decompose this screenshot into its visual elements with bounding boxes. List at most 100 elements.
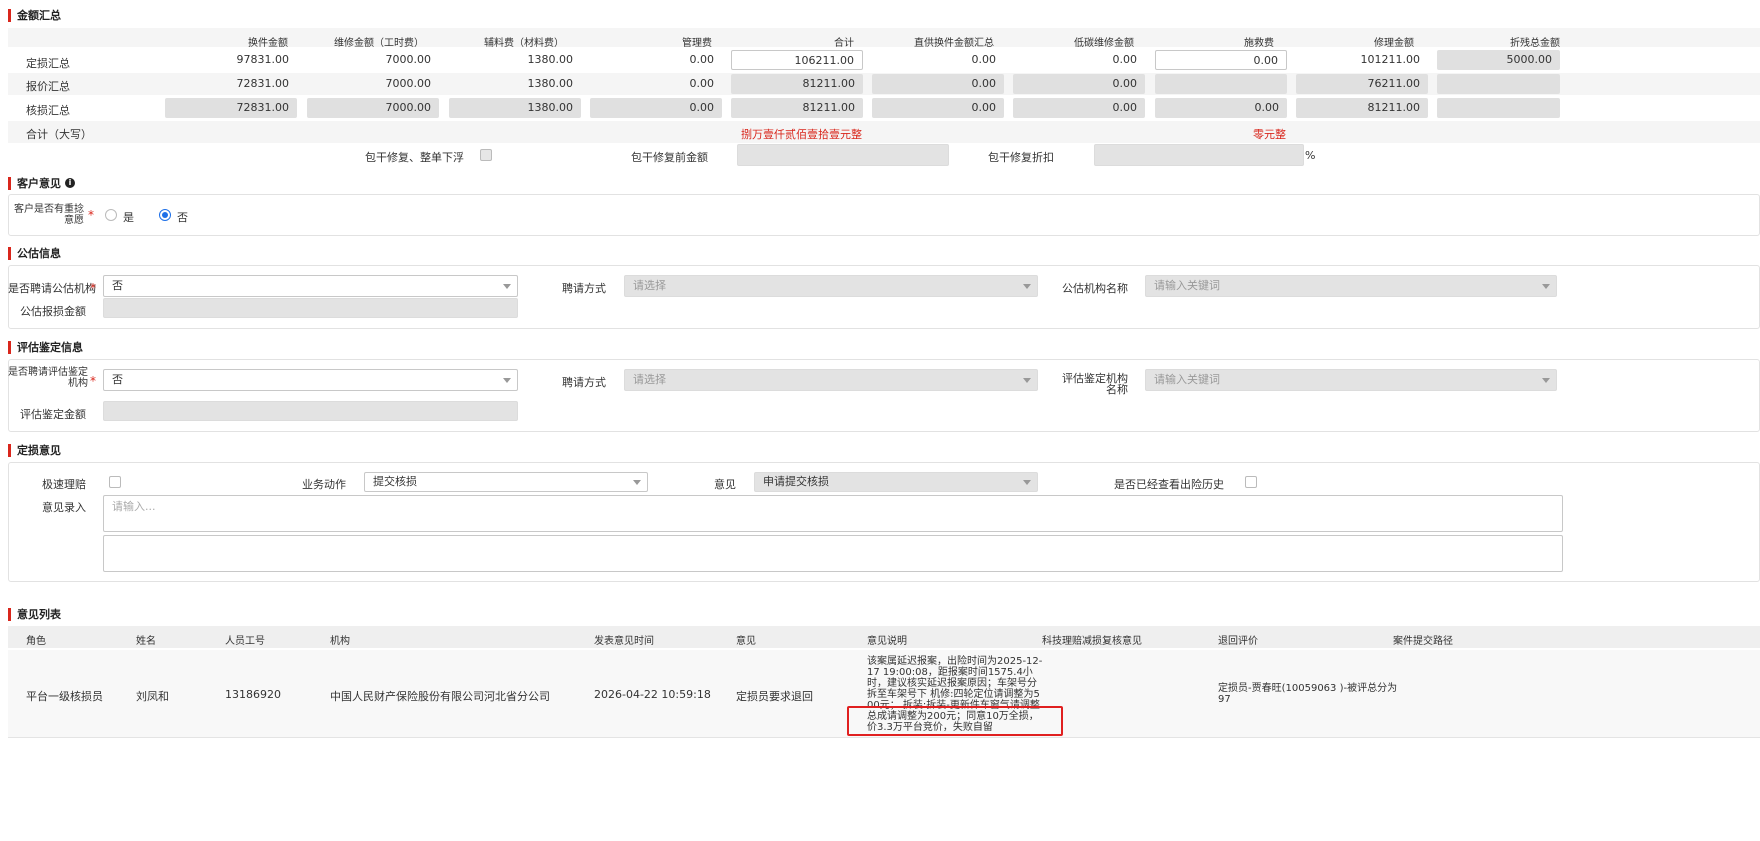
notary-method-label: 聘请方式 — [562, 282, 606, 295]
chevron-down-icon — [633, 480, 641, 485]
notary-hire-select[interactable]: 否 — [103, 275, 518, 297]
history-viewed-checkbox[interactable] — [1245, 476, 1257, 488]
cell: 0.00 — [689, 53, 715, 66]
required-mark: * — [88, 208, 94, 222]
notary-hire-label: 是否聘请公估机构 — [8, 282, 96, 295]
header-rescue-fee: 施救费 — [1244, 38, 1274, 49]
loss-opinion-title: 定损意见 — [8, 444, 61, 457]
opinion-entry-label: 意见录入 — [42, 501, 86, 514]
cell: 1380.00 — [449, 98, 581, 118]
appraisal-method-label: 聘请方式 — [562, 376, 606, 389]
cell: 0.00 — [689, 77, 715, 90]
percent-sign: % — [1305, 149, 1316, 162]
row-role: 平台一级核损员 — [26, 690, 103, 703]
appraisal-amount-label: 评估鉴定金额 — [20, 408, 86, 421]
appraisal-hire-select[interactable]: 否 — [103, 369, 518, 391]
fast-claim-label: 极速理赔 — [42, 478, 86, 491]
loss-total-input[interactable]: 106211.00 — [731, 50, 863, 70]
appraisal-title: 评估鉴定信息 — [8, 341, 83, 354]
radio-no[interactable] — [159, 209, 171, 221]
highlight-box — [847, 706, 1063, 736]
appraisal-org-label: 评估鉴定机构名称 — [1062, 372, 1128, 396]
customer-opinion-panel — [8, 194, 1760, 236]
header-total: 合计 — [834, 38, 854, 49]
notary-amount-label: 公估报损金额 — [20, 305, 86, 318]
chevron-down-icon — [1542, 284, 1550, 289]
radio-yes-label: 是 — [123, 211, 134, 224]
info-icon[interactable]: i — [65, 178, 75, 188]
history-viewed-label: 是否已经查看出险历史 — [1114, 478, 1224, 491]
row-opinion: 定损员要求退回 — [736, 690, 813, 703]
opinion-extra-textarea[interactable] — [103, 535, 1563, 572]
business-action-label: 业务动作 — [302, 478, 346, 491]
lump-discount-input[interactable] — [1094, 144, 1304, 166]
col-org: 机构 — [330, 636, 350, 647]
cell: 72831.00 — [236, 77, 290, 90]
cell: 1380.00 — [527, 77, 574, 90]
row-time: 2026-04-22 10:59:18 — [594, 688, 711, 701]
chevron-down-icon — [1023, 480, 1031, 485]
col-submit-path: 案件提交路径 — [1393, 636, 1453, 647]
notary-method-select[interactable]: 请选择 — [624, 275, 1038, 297]
cell: 7000.00 — [307, 98, 439, 118]
col-desc: 意见说明 — [867, 636, 907, 647]
col-staff-id: 人员工号 — [225, 636, 265, 647]
cell: 7000.00 — [385, 77, 432, 90]
appraisal-hire-label: 是否聘请评估鉴定机构 — [8, 367, 88, 389]
cell: 72831.00 — [165, 98, 297, 118]
col-return-eval: 退回评价 — [1218, 636, 1258, 647]
opinion-entry-textarea[interactable]: 请输入... — [103, 495, 1563, 532]
chevron-down-icon — [503, 378, 511, 383]
row-label-loss-summary: 定损汇总 — [26, 57, 70, 70]
row-name: 刘凤和 — [136, 690, 169, 703]
row-label-verify-summary: 核损汇总 — [26, 104, 70, 117]
cell: 0.00 — [1013, 74, 1145, 94]
cell: 0.00 — [590, 98, 722, 118]
cell: 101211.00 — [1360, 53, 1421, 66]
lump-before-input[interactable] — [737, 144, 949, 166]
cell — [1155, 74, 1287, 94]
cell: 0.00 — [872, 98, 1004, 118]
cell: 0.00 — [872, 74, 1004, 94]
notary-title: 公估信息 — [8, 247, 61, 260]
appraisal-amount-input[interactable] — [103, 401, 518, 421]
cell: 5000.00 — [1437, 50, 1560, 70]
lump-repair-checkbox[interactable] — [480, 149, 492, 161]
cell: 7000.00 — [385, 53, 432, 66]
appraisal-method-select[interactable]: 请选择 — [624, 369, 1038, 391]
cell — [1437, 98, 1560, 118]
lump-repair-label: 包干修复、整单下浮 — [365, 151, 464, 164]
opinion-select[interactable]: 申请提交核损 — [754, 472, 1038, 492]
lump-before-label: 包干修复前金额 — [631, 151, 708, 164]
rescue-fee-input[interactable]: 0.00 — [1155, 50, 1287, 70]
cell: 81211.00 — [731, 74, 863, 94]
notary-org-select[interactable]: 请输入关键词 — [1145, 275, 1557, 297]
col-opinion: 意见 — [736, 636, 756, 647]
col-role: 角色 — [26, 636, 46, 647]
cell: 81211.00 — [1296, 98, 1428, 118]
cell: 76211.00 — [1296, 74, 1428, 94]
header-repair-amount: 维修金额（工时费） — [334, 38, 424, 49]
radio-no-label: 否 — [177, 211, 188, 224]
business-action-select[interactable]: 提交核损 — [364, 472, 648, 492]
cell: 97831.00 — [236, 53, 290, 66]
total-upper-value-2: 零元整 — [1253, 128, 1286, 141]
opinion-list-title: 意见列表 — [8, 608, 61, 621]
fast-claim-checkbox[interactable] — [109, 476, 121, 488]
row-staff-id: 13186920 — [225, 688, 281, 701]
row-return-eval: 定损员-贾春旺(10059063 )-被评总分为97 — [1218, 683, 1398, 705]
notary-amount-input[interactable] — [103, 298, 518, 318]
customer-opinion-title: 客户意见 — [8, 177, 61, 190]
cell: 0.00 — [1155, 98, 1287, 118]
col-name: 姓名 — [136, 636, 156, 647]
header-lowcarbon: 低碳维修金额 — [1074, 38, 1134, 49]
radio-yes[interactable] — [105, 209, 117, 221]
cell — [1437, 74, 1560, 94]
cell: 0.00 — [1112, 53, 1138, 66]
header-management-fee: 管理费 — [682, 38, 712, 49]
col-tech-review: 科技理赔减损复核意见 — [1042, 636, 1142, 647]
chevron-down-icon — [1023, 378, 1031, 383]
appraisal-org-select[interactable]: 请输入关键词 — [1145, 369, 1557, 391]
cell: 1380.00 — [527, 53, 574, 66]
chevron-down-icon — [1023, 284, 1031, 289]
